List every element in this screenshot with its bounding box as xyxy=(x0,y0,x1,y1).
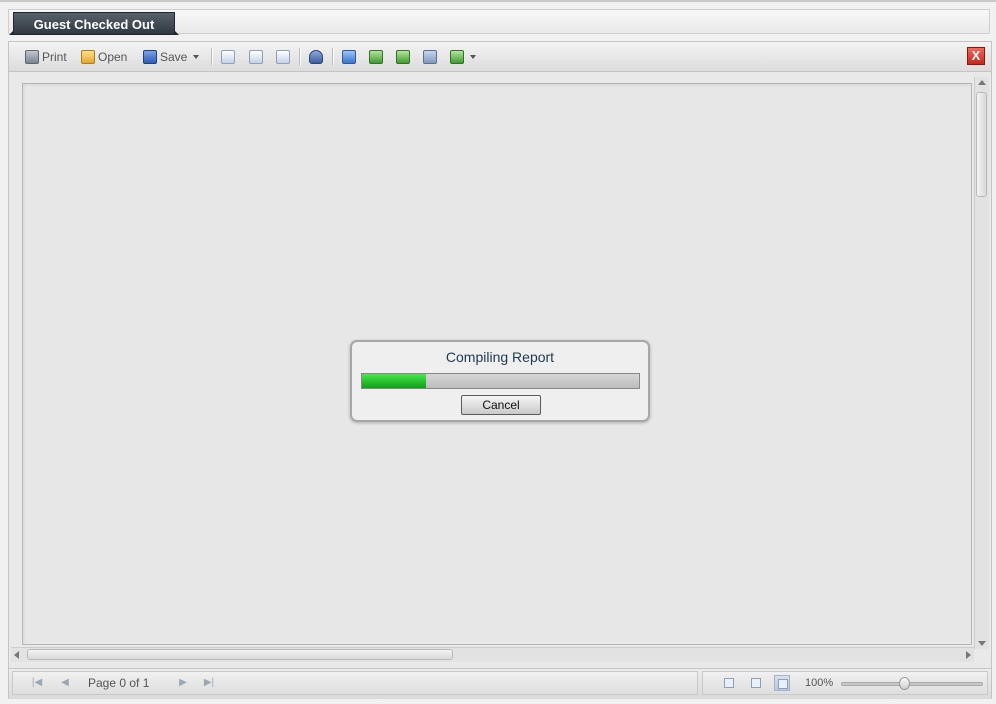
save-label: Save xyxy=(160,49,188,64)
export-word-icon xyxy=(369,49,383,64)
page-width-view-icon xyxy=(751,678,761,688)
viewer-toolbar: Print Open Save X xyxy=(9,42,991,72)
single-page-button[interactable] xyxy=(221,48,235,65)
close-viewer-button[interactable]: X xyxy=(967,47,985,65)
save-button[interactable]: Save xyxy=(143,48,200,65)
export-dropdown-caret-icon xyxy=(470,54,476,59)
toolbar-separator xyxy=(211,48,213,65)
status-bar: |◀ ◀ Page 0 of 1 ▶ ▶| 100% xyxy=(9,668,991,699)
export-image-button[interactable] xyxy=(423,48,437,65)
page-setup-button[interactable] xyxy=(249,48,263,65)
thumbnails-button[interactable] xyxy=(276,48,290,65)
vertical-scroll-thumb[interactable] xyxy=(976,92,987,197)
find-button[interactable] xyxy=(309,48,323,65)
scroll-right-icon[interactable] xyxy=(966,651,971,659)
next-page-icon[interactable]: ▶ xyxy=(177,677,189,689)
top-strip xyxy=(0,0,996,2)
export-image-icon xyxy=(423,49,437,64)
whole-page-view-icon xyxy=(778,679,788,689)
export-more-button[interactable] xyxy=(450,48,476,65)
zoom-slider-track[interactable] xyxy=(841,682,983,686)
export-excel-icon xyxy=(396,49,410,64)
progress-bar xyxy=(361,373,640,389)
print-label: Print xyxy=(42,49,67,64)
toolbar-separator xyxy=(299,48,301,65)
previous-page-icon[interactable]: ◀ xyxy=(59,677,71,689)
cancel-button[interactable]: Cancel xyxy=(461,395,541,415)
last-page-icon[interactable]: ▶| xyxy=(203,677,215,689)
single-page-view-icon xyxy=(724,678,734,688)
progress-bar-fill xyxy=(362,374,426,388)
page-setup-icon xyxy=(249,49,263,64)
scroll-up-icon[interactable] xyxy=(978,80,986,85)
zoom-level: 100% xyxy=(805,677,834,689)
first-page-icon[interactable]: |◀ xyxy=(31,677,43,689)
open-button[interactable]: Open xyxy=(81,48,127,65)
view-single-page-button[interactable] xyxy=(721,675,737,691)
printer-icon xyxy=(25,49,39,64)
vertical-scrollbar[interactable] xyxy=(974,77,989,649)
page-indicator: Page 0 of 1 xyxy=(88,676,150,690)
print-button[interactable]: Print xyxy=(25,48,67,65)
export-word-button[interactable] xyxy=(369,48,383,65)
export-pdf-icon xyxy=(342,49,356,64)
page-navigation: |◀ ◀ Page 0 of 1 ▶ ▶| xyxy=(12,671,698,695)
export-more-icon xyxy=(450,49,464,64)
binoculars-icon xyxy=(309,49,323,64)
dialog-title: Compiling Report xyxy=(445,349,555,365)
export-pdf-button[interactable] xyxy=(342,48,356,65)
folder-open-icon xyxy=(81,49,95,64)
view-controls: 100% xyxy=(702,671,988,695)
horizontal-scrollbar[interactable] xyxy=(11,647,974,662)
scroll-down-icon[interactable] xyxy=(978,641,986,646)
compiling-report-dialog: Compiling Report Cancel xyxy=(350,340,650,422)
horizontal-scroll-thumb[interactable] xyxy=(27,649,453,660)
save-dropdown-caret-icon xyxy=(193,54,200,59)
tab-guest-checked-out[interactable]: Guest Checked Out xyxy=(9,12,179,35)
single-page-icon xyxy=(221,49,235,64)
view-whole-page-button[interactable] xyxy=(774,675,790,691)
view-page-width-button[interactable] xyxy=(748,675,764,691)
thumbnails-icon xyxy=(276,49,290,64)
open-label: Open xyxy=(98,49,128,64)
export-excel-button[interactable] xyxy=(396,48,410,65)
zoom-slider-thumb[interactable] xyxy=(899,677,911,690)
toolbar-separator xyxy=(332,48,334,65)
floppy-disk-icon xyxy=(143,49,157,64)
scroll-left-icon[interactable] xyxy=(14,651,19,659)
